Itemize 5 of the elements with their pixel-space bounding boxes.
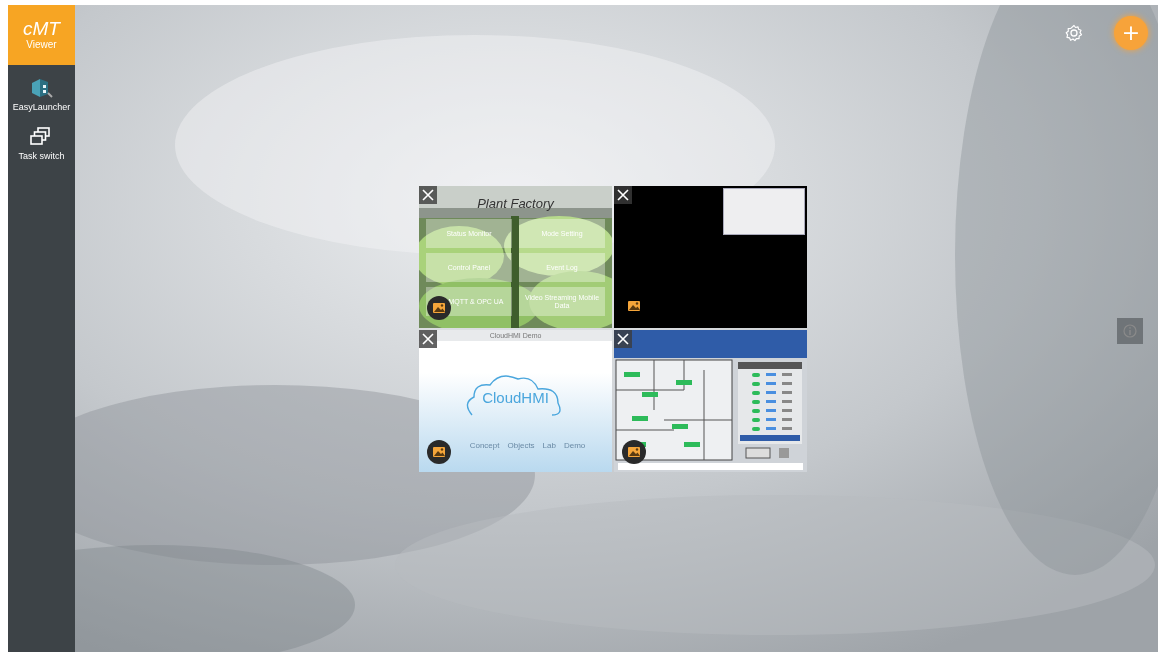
brand-text: cMT xyxy=(23,19,60,39)
sidebar-item[interactable]: EasyLauncher xyxy=(12,77,71,112)
launcher-icon xyxy=(29,77,54,99)
sidebar-item[interactable]: Task switch xyxy=(18,126,65,161)
product-text: Viewer xyxy=(26,39,57,51)
